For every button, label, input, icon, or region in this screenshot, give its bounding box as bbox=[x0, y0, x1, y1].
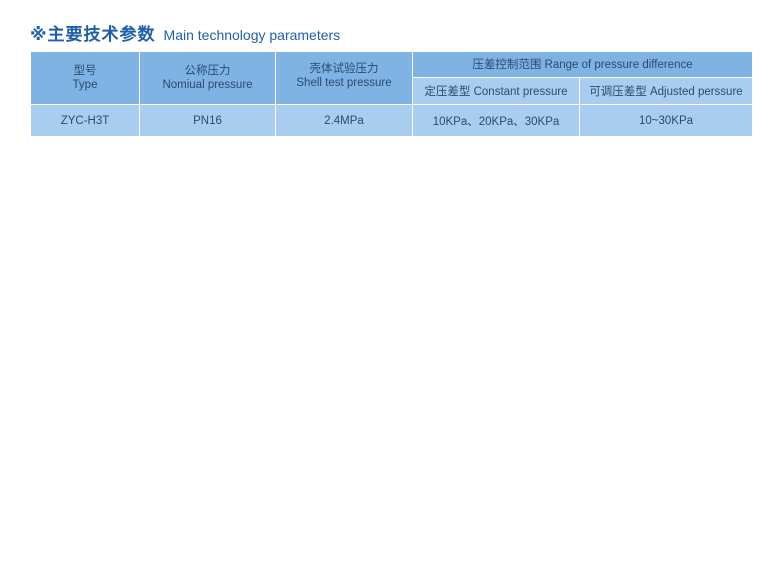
cell-shell-test-pressure: 2.4MPa bbox=[275, 104, 413, 137]
cell-constant-pressure: 10KPa、20KPa、30KPa bbox=[412, 104, 580, 137]
column-header-nominal-pressure: 公称压力 Nomiual pressure bbox=[139, 51, 276, 105]
heading-title-cn: ※主要技术参数 bbox=[30, 25, 156, 45]
section-heading: ※主要技术参数 Main technology parameters bbox=[30, 20, 340, 46]
column-header-shell-test-pressure: 壳体试验压力 Shell test pressure bbox=[275, 51, 413, 105]
cell-adjusted-pressure: 10~30KPa bbox=[579, 104, 753, 137]
subcolumn-header-adjusted-pressure: 可调压差型 Adjusted perssure bbox=[579, 77, 753, 105]
column-header-pressure-difference-range: 压差控制范围 Range of pressure difference bbox=[412, 51, 753, 78]
column-header-type: 型号 Type bbox=[30, 51, 140, 105]
subcolumn-header-constant-pressure: 定压差型 Constant pressure bbox=[412, 77, 580, 105]
table-row: ZYC-H3T PN16 2.4MPa 10KPa、20KPa、30KPa 10… bbox=[30, 104, 753, 137]
heading-title-en: Main technology parameters bbox=[163, 27, 341, 43]
parameters-table: 型号 Type 公称压力 Nomiual pressure 壳体试验压力 She… bbox=[30, 51, 753, 137]
cell-type: ZYC-H3T bbox=[30, 104, 140, 137]
cell-nominal-pressure: PN16 bbox=[139, 104, 276, 137]
